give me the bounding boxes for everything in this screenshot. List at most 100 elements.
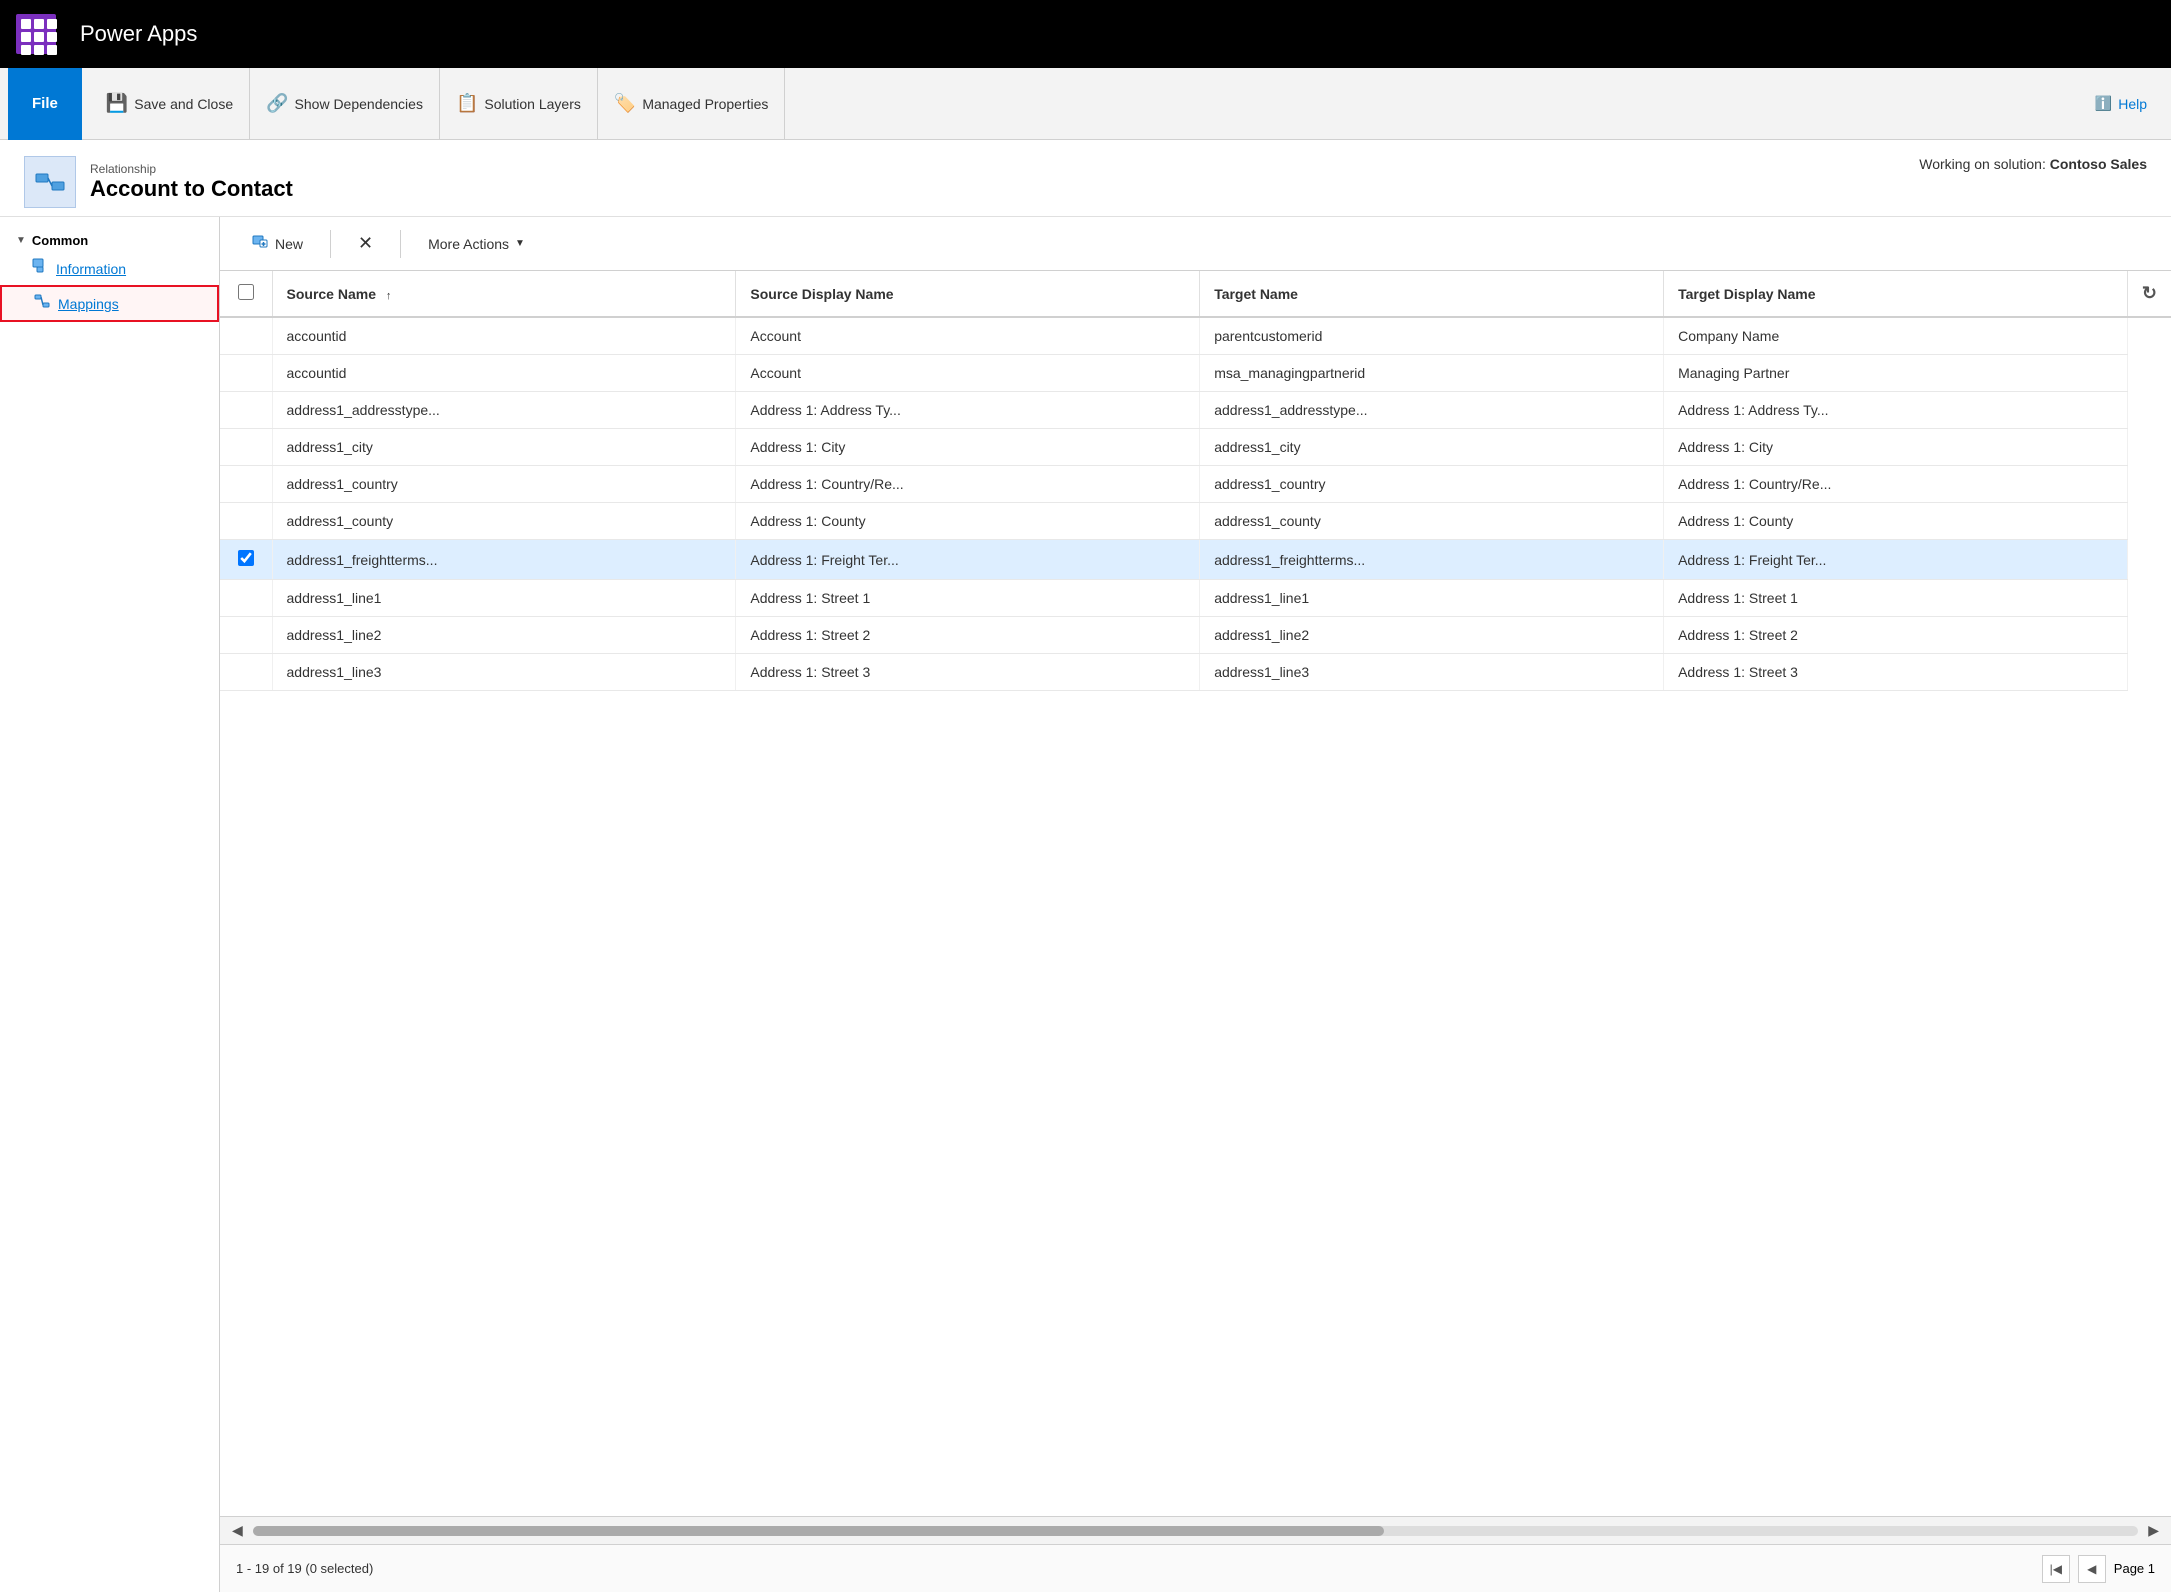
main-content: Relationship Account to Contact Working … [0,140,2171,1592]
row-checkbox-cell [220,429,272,466]
delete-icon: ✕ [358,233,373,254]
table-cell: Address 1: City [1664,429,2128,466]
table-row[interactable]: accountidAccountmsa_managingpartneridMan… [220,355,2171,392]
row-checkbox[interactable] [238,550,254,566]
scroll-right-button[interactable]: ▶ [2144,1522,2163,1539]
table-cell: Address 1: Country/Re... [736,466,1200,503]
target-name-column[interactable]: Target Name [1200,271,1664,317]
table-cell: Address 1: Address Ty... [736,392,1200,429]
show-dependencies-label: Show Dependencies [295,96,423,112]
properties-icon: 🏷️ [614,93,636,114]
file-button[interactable]: File [8,68,82,140]
source-name-column[interactable]: Source Name ↑ [272,271,736,317]
table-cell: address1_line3 [272,654,736,691]
first-page-button[interactable]: |◀ [2042,1555,2070,1583]
table-cell: address1_line3 [1200,654,1664,691]
refresh-icon[interactable]: ↻ [2142,283,2157,303]
table-cell: Company Name [1664,317,2128,355]
sidebar: ▼ Common Information [0,217,220,1592]
page-header-left: Relationship Account to Contact [24,156,293,208]
table-row[interactable]: address1_line3Address 1: Street 3address… [220,654,2171,691]
data-table: Source Name ↑ Source Display Name Target… [220,271,2171,1516]
row-checkbox-cell [220,466,272,503]
table-cell: address1_city [272,429,736,466]
sort-asc-icon: ↑ [386,290,392,302]
table-cell: msa_managingpartnerid [1200,355,1664,392]
scroll-thumb[interactable] [253,1526,1384,1536]
new-button[interactable]: New [236,225,318,262]
target-name-label: Target Name [1214,286,1298,302]
information-icon [32,258,48,279]
help-button[interactable]: ℹ️ Help [2079,95,2163,112]
table-cell: address1_line2 [272,617,736,654]
more-actions-label: More Actions [428,236,509,252]
scroll-track[interactable] [253,1526,2138,1536]
row-checkbox-cell [220,540,272,580]
table-cell: address1_county [272,503,736,540]
managed-properties-label: Managed Properties [642,96,768,112]
layers-icon: 📋 [456,93,478,114]
dropdown-arrow-icon: ▼ [515,238,525,249]
table-row[interactable]: address1_line1Address 1: Street 1address… [220,580,2171,617]
table-body: accountidAccountparentcustomeridCompany … [220,317,2171,691]
source-display-name-column[interactable]: Source Display Name [736,271,1200,317]
sidebar-item-information[interactable]: Information [0,252,219,285]
select-all-checkbox[interactable] [238,284,254,300]
table-cell: Address 1: Street 1 [1664,580,2128,617]
table-cell: Address 1: County [1664,503,2128,540]
solution-layers-button[interactable]: 📋 Solution Layers [440,68,598,140]
table-cell: Address 1: Freight Ter... [1664,540,2128,580]
more-actions-button[interactable]: More Actions ▼ [413,229,540,259]
show-dependencies-button[interactable]: 🔗 Show Dependencies [250,68,440,140]
delete-button[interactable]: ✕ [343,226,388,261]
toolbar-separator-1 [330,230,331,258]
table-cell: accountid [272,355,736,392]
horizontal-scrollbar[interactable]: ◀ ▶ [220,1516,2171,1544]
table-cell: Address 1: Address Ty... [1664,392,2128,429]
solution-layers-label: Solution Layers [484,96,581,112]
top-bar: Power Apps [0,0,2171,68]
table-row[interactable]: address1_freightterms...Address 1: Freig… [220,540,2171,580]
scroll-left-button[interactable]: ◀ [228,1522,247,1539]
refresh-column[interactable]: ↻ [2127,271,2171,317]
table-cell: Address 1: Country/Re... [1664,466,2128,503]
table-cell: address1_city [1200,429,1664,466]
new-label: New [275,236,303,252]
table-cell: Account [736,355,1200,392]
sidebar-section-label: Common [32,233,88,248]
working-on-name: Contoso Sales [2050,156,2147,172]
table-cell: Managing Partner [1664,355,2128,392]
table-row[interactable]: address1_countryAddress 1: Country/Re...… [220,466,2171,503]
page-label: Page 1 [2114,1561,2155,1576]
table-cell: address1_line1 [1200,580,1664,617]
table-cell: Address 1: Street 1 [736,580,1200,617]
row-checkbox-cell [220,355,272,392]
sidebar-item-mappings[interactable]: Mappings [0,285,219,322]
table-row[interactable]: address1_countyAddress 1: Countyaddress1… [220,503,2171,540]
target-display-name-column[interactable]: Target Display Name [1664,271,2128,317]
table-row[interactable]: accountidAccountparentcustomeridCompany … [220,317,2171,355]
collapse-icon: ▼ [16,235,26,246]
table-cell: parentcustomerid [1200,317,1664,355]
table-cell: accountid [272,317,736,355]
row-checkbox-cell [220,654,272,691]
table-cell: Address 1: City [736,429,1200,466]
prev-page-button[interactable]: ◀ [2078,1555,2106,1583]
table-cell: Address 1: Street 2 [1664,617,2128,654]
row-checkbox-cell [220,617,272,654]
table-cell: Address 1: Freight Ter... [736,540,1200,580]
table-row[interactable]: address1_line2Address 1: Street 2address… [220,617,2171,654]
new-icon [251,232,269,255]
table-row[interactable]: address1_cityAddress 1: Cityaddress1_cit… [220,429,2171,466]
page-title: Account to Contact [90,176,293,202]
save-icon-button[interactable]: 💾 Save and Close [90,68,250,140]
table-row[interactable]: address1_addresstype...Address 1: Addres… [220,392,2171,429]
managed-properties-button[interactable]: 🏷️ Managed Properties [598,68,786,140]
help-label: Help [2118,96,2147,112]
waffle-icon[interactable] [16,14,56,54]
table-cell: address1_county [1200,503,1664,540]
source-display-name-label: Source Display Name [750,286,893,302]
table-cell: address1_freightterms... [272,540,736,580]
toolbar-separator-2 [400,230,401,258]
table-cell: Address 1: Street 3 [736,654,1200,691]
